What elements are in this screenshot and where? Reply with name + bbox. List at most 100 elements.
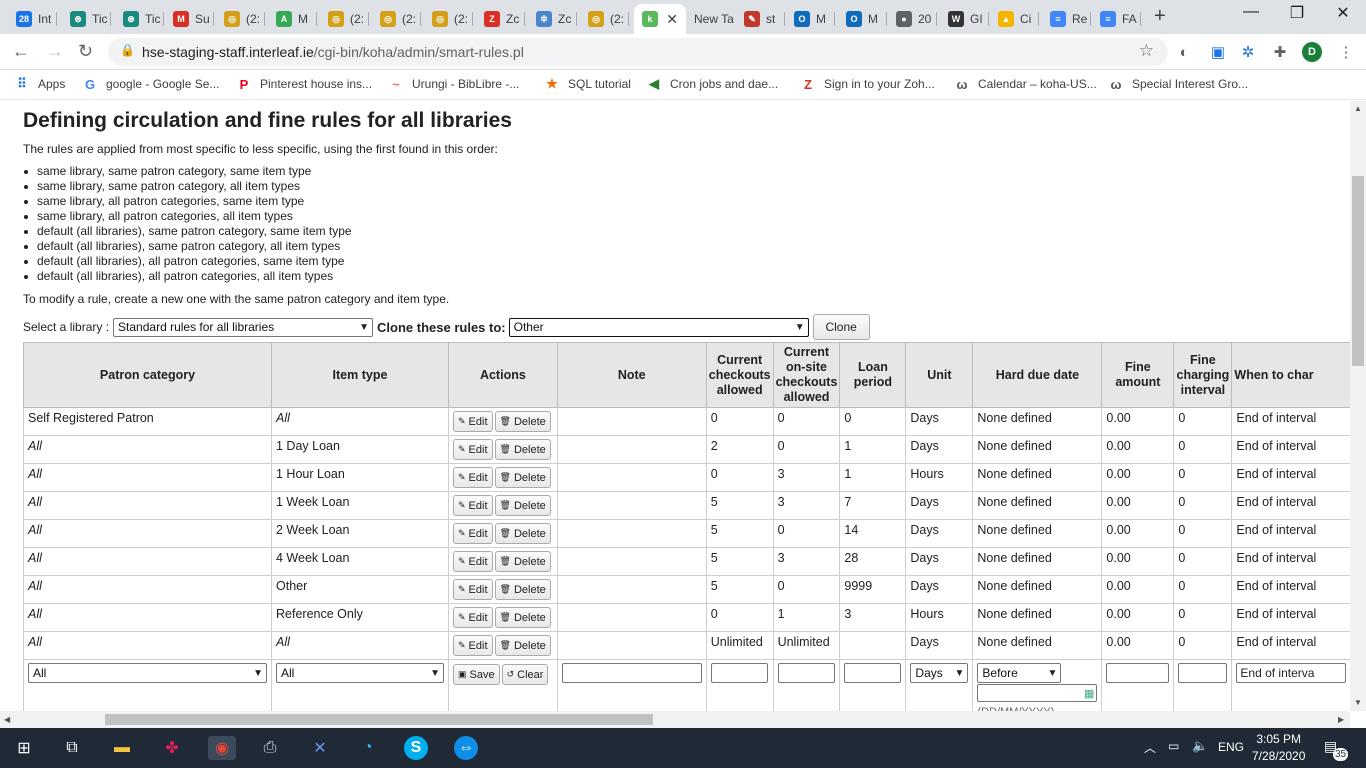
horizontal-scrollbar[interactable]: ◀ ▶ bbox=[0, 711, 1350, 728]
new-loan-period-input[interactable] bbox=[844, 663, 902, 683]
new-hard-due-select[interactable]: Before ▼ bbox=[977, 663, 1062, 683]
extension-circle-icon[interactable]: ◐ bbox=[1174, 42, 1194, 62]
browser-tab[interactable]: ⊛ Tic bbox=[62, 4, 111, 34]
browser-tab[interactable]: OM bbox=[786, 4, 835, 34]
browser-tab[interactable]: ✲ Zc bbox=[528, 4, 577, 34]
scroll-up-arrow-icon[interactable]: ▲ bbox=[1354, 104, 1362, 113]
column-header[interactable]: Fine amount bbox=[1101, 342, 1175, 408]
forward-icon[interactable]: → bbox=[46, 41, 64, 62]
column-header[interactable]: Hard due date bbox=[972, 342, 1103, 408]
edge-icon[interactable]: ◔ bbox=[356, 736, 380, 760]
browser-tab[interactable]: ● 20 bbox=[888, 4, 937, 34]
new-checkouts-input[interactable] bbox=[710, 663, 768, 683]
column-header[interactable]: Actions bbox=[448, 342, 558, 408]
delete-button[interactable]: 🗑 Delete bbox=[494, 635, 551, 656]
column-header[interactable]: Current on-site checkouts allowed bbox=[772, 342, 841, 408]
browser-tab[interactable]: ◎ (2: bbox=[372, 4, 421, 34]
edit-button[interactable]: ✎ Edit bbox=[453, 523, 493, 544]
bookmark-item[interactable]: Ggoogle - Google Se... bbox=[82, 76, 219, 92]
save-button[interactable]: ▣ Save bbox=[453, 664, 500, 685]
bookmark-item[interactable]: ω Special Interest Gro... bbox=[1108, 76, 1249, 92]
browser-tab[interactable]: ⊛ Tic bbox=[115, 4, 164, 34]
vertical-scrollbar[interactable]: ▲ ▼ bbox=[1350, 101, 1366, 711]
url-text[interactable]: hse-staging-staff.interleaf.ie/cgi-bin/k… bbox=[142, 44, 524, 60]
delete-button[interactable]: 🗑 Delete bbox=[494, 495, 551, 516]
edit-button[interactable]: ✎ Edit bbox=[453, 495, 493, 516]
clone-target-select[interactable]: Other ▼ bbox=[508, 317, 809, 337]
chrome-taskbar-icon[interactable]: ◉ bbox=[208, 736, 236, 760]
browser-tab[interactable]: Z Zc bbox=[476, 4, 525, 34]
column-header[interactable]: Current checkouts allowed bbox=[705, 342, 774, 408]
browser-tab[interactable]: OM bbox=[838, 4, 887, 34]
maximize-button[interactable]: ❐ bbox=[1274, 3, 1320, 23]
bookmark-item[interactable]: ◀ Cron jobs and dae... bbox=[646, 76, 778, 92]
bookmark-item[interactable]: Z Sign in to your Zoh... bbox=[800, 76, 935, 92]
network-icon[interactable]: ▭ bbox=[1168, 739, 1179, 753]
delete-button[interactable]: 🗑 Delete bbox=[494, 607, 551, 628]
edit-button[interactable]: ✎ Edit bbox=[453, 467, 493, 488]
delete-button[interactable]: 🗑 Delete bbox=[494, 467, 551, 488]
delete-button[interactable]: 🗑 Delete bbox=[494, 411, 551, 432]
clear-button[interactable]: ↺ Clear bbox=[501, 664, 549, 685]
edit-button[interactable]: ✎ Edit bbox=[453, 607, 493, 628]
lock-icon[interactable]: 🔒 bbox=[120, 43, 135, 57]
new-fine-interval-input[interactable] bbox=[1178, 663, 1228, 683]
column-header[interactable]: Loan period bbox=[839, 342, 907, 408]
edit-button[interactable]: ✎ Edit bbox=[453, 635, 493, 656]
browser-tab[interactable]: ◎ (2: bbox=[580, 4, 629, 34]
skype-icon[interactable]: S bbox=[404, 736, 428, 760]
task-view-icon[interactable]: ⧉ bbox=[60, 736, 84, 760]
volume-icon[interactable]: 🔈 bbox=[1192, 738, 1208, 754]
delete-button[interactable]: 🗑 Delete bbox=[494, 523, 551, 544]
reload-icon[interactable]: ↻ bbox=[78, 41, 93, 62]
bookmark-item[interactable]: ~ Urungi - BibLibre -... bbox=[388, 76, 519, 92]
new-when-to-charge-select[interactable]: End of interva bbox=[1236, 663, 1347, 683]
horizontal-scroll-thumb[interactable] bbox=[105, 714, 653, 725]
back-icon[interactable]: ← bbox=[12, 41, 30, 62]
file-explorer-icon[interactable]: ▬ bbox=[110, 736, 134, 760]
column-header[interactable]: Patron category bbox=[23, 342, 272, 408]
scroll-down-arrow-icon[interactable]: ▼ bbox=[1354, 698, 1362, 707]
taskbar-clock[interactable]: 3:05 PM 7/28/2020 bbox=[1252, 731, 1305, 765]
profile-avatar[interactable]: D bbox=[1302, 42, 1322, 62]
minimize-button[interactable]: — bbox=[1228, 3, 1274, 21]
edit-button[interactable]: ✎ Edit bbox=[453, 551, 493, 572]
remote-app-icon[interactable]: ✕ bbox=[308, 736, 332, 760]
browser-tab[interactable]: W GI bbox=[940, 4, 989, 34]
edit-button[interactable]: ✎ Edit bbox=[453, 439, 493, 460]
column-header[interactable]: When to char bbox=[1231, 342, 1350, 408]
browser-tab[interactable]: ≡ FA bbox=[1092, 4, 1141, 34]
new-onsite-input[interactable] bbox=[777, 663, 835, 683]
column-header[interactable]: Note bbox=[556, 342, 707, 408]
column-header[interactable]: Item type bbox=[271, 342, 449, 408]
edit-button[interactable]: ✎ Edit bbox=[453, 579, 493, 600]
calendar-icon[interactable]: ▦ bbox=[1084, 685, 1094, 703]
extensions-puzzle-icon[interactable]: ✚ bbox=[1270, 42, 1290, 62]
new-item-type-select[interactable]: All ▼ bbox=[276, 663, 444, 683]
browser-tab[interactable]: M Su bbox=[165, 4, 214, 34]
column-header[interactable]: Unit bbox=[905, 342, 974, 408]
vertical-scroll-thumb[interactable] bbox=[1352, 176, 1364, 366]
new-note-input[interactable] bbox=[561, 663, 702, 683]
scroll-left-arrow-icon[interactable]: ◀ bbox=[4, 715, 10, 724]
bookmark-item[interactable]: P Pinterest house ins... bbox=[236, 76, 372, 92]
omnibox[interactable]: 🔒 hse-staging-staff.interleaf.ie/cgi-bin… bbox=[108, 38, 1168, 66]
bookmark-star-icon[interactable]: ☆ bbox=[1139, 41, 1154, 61]
new-patron-category-select[interactable]: All ▼ bbox=[28, 663, 267, 683]
column-header[interactable]: Fine charging interval bbox=[1173, 342, 1233, 408]
delete-button[interactable]: 🗑 Delete bbox=[494, 439, 551, 460]
browser-tab[interactable]: ≡ Re bbox=[1042, 4, 1091, 34]
browser-tab[interactable]: ◎ (2: bbox=[216, 4, 265, 34]
browser-tab[interactable]: ✎ st bbox=[736, 4, 785, 34]
language-indicator[interactable]: ENG bbox=[1218, 740, 1244, 754]
bookmark-item[interactable]: ★ SQL tutorial bbox=[544, 76, 631, 92]
bookmark-item[interactable]: ω Calendar – koha-US... bbox=[954, 76, 1097, 92]
clone-button[interactable]: Clone bbox=[812, 314, 870, 340]
new-tab-button[interactable]: + bbox=[1154, 5, 1166, 28]
browser-tab[interactable]: ▲ Ci bbox=[990, 4, 1039, 34]
bookmark-item[interactable]: ⠿ Apps bbox=[14, 76, 65, 92]
edit-button[interactable]: ✎ Edit bbox=[453, 411, 493, 432]
extension-network-icon[interactable]: ✲ bbox=[1238, 42, 1258, 62]
browser-tab[interactable]: ◎ (2: bbox=[320, 4, 369, 34]
scroll-right-arrow-icon[interactable]: ▶ bbox=[1338, 715, 1344, 724]
